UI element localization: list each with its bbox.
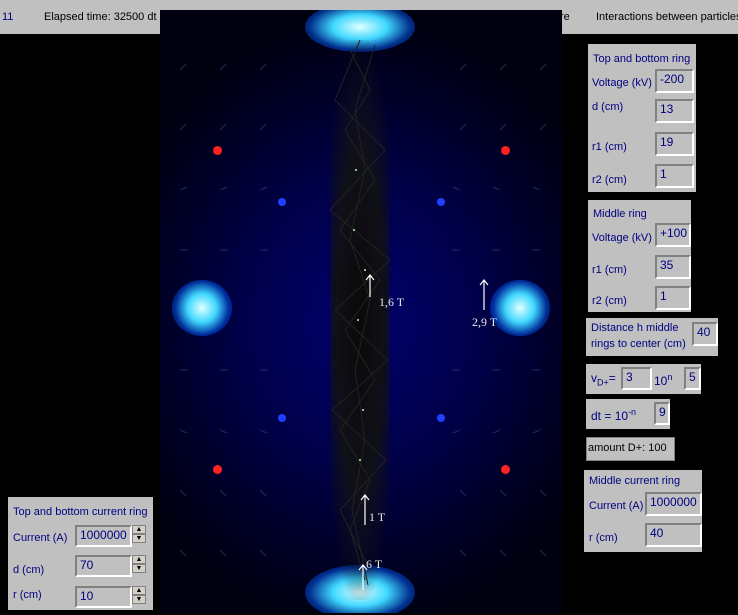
current-field[interactable]: 1000000 (645, 492, 702, 516)
blue-marker (437, 198, 445, 206)
field-label-center: 1,6 T (379, 295, 405, 309)
velocity-panel: vD+= 3 10n 5 (586, 364, 701, 394)
panel-title: Top and bottom current ring (13, 506, 148, 518)
dt-exponent-field[interactable]: 9 (654, 402, 670, 425)
spin-up-icon[interactable]: ▲ (132, 586, 146, 595)
current-label: Current (A) (13, 532, 68, 544)
r-spinner[interactable]: ▲ ▼ (132, 586, 146, 604)
particle-traces (329, 39, 489, 590)
d-field[interactable]: 13 (655, 99, 694, 123)
d-spinner[interactable]: ▲ ▼ (132, 555, 146, 573)
red-marker (213, 465, 222, 474)
simulation-canvas[interactable]: 1,6 T 2,9 T 1 T 6 T (160, 10, 562, 613)
red-marker (501, 146, 510, 155)
panel-title: Top and bottom ring (593, 53, 691, 65)
d-label: d (cm) (592, 101, 624, 113)
spin-down-icon[interactable]: ▼ (132, 534, 146, 543)
distance-label-line1: Distance h middle (591, 322, 679, 334)
r-label: r (cm) (13, 589, 42, 601)
r1-field[interactable]: 35 (655, 255, 691, 279)
panel-title: Middle ring (593, 208, 647, 220)
r2-field[interactable]: 1 (655, 164, 694, 188)
field-label-lower: 1 T (369, 510, 386, 524)
r2-label: r2 (cm) (592, 174, 627, 186)
velocity-mantissa-field[interactable]: 3 (621, 367, 652, 390)
voltage-field[interactable]: +100 (655, 223, 691, 247)
voltage-label: Voltage (kV) (592, 77, 652, 89)
spin-down-icon[interactable]: ▼ (132, 595, 146, 604)
interactions-label[interactable]: Interactions between particles (596, 11, 738, 23)
r-label: r (cm) (589, 532, 618, 544)
spin-up-icon[interactable]: ▲ (132, 525, 146, 534)
r1-field[interactable]: 19 (655, 132, 694, 156)
blue-marker (278, 198, 286, 206)
r2-field[interactable]: 1 (655, 286, 691, 310)
current-label: Current (A) (589, 500, 644, 512)
blue-marker (437, 414, 445, 422)
panel-title: Middle current ring (589, 475, 681, 487)
dt-panel: dt = 10-n 9 (586, 399, 670, 429)
velocity-label: vD+= (591, 371, 616, 388)
distance-label-line2: rings to center (cm) (591, 338, 686, 350)
r1-label: r1 (cm) (592, 141, 627, 153)
top-bottom-current-ring-panel: Top and bottom current ring Current (A) … (8, 497, 153, 610)
field-label-ring: 2,9 T (472, 315, 498, 329)
blue-marker (278, 414, 286, 422)
step-counter: 11 (2, 11, 14, 23)
amount-label: amount D+: 100 (588, 442, 667, 454)
velocity-ten-label: 10n (654, 372, 673, 388)
d-label: d (cm) (13, 564, 45, 576)
spin-down-icon[interactable]: ▼ (132, 564, 146, 573)
current-spinner[interactable]: ▲ ▼ (132, 525, 146, 543)
distance-panel: Distance h middle rings to center (cm) 4… (586, 318, 718, 356)
distance-field[interactable]: 40 (692, 322, 718, 346)
amount-panel: amount D+: 100 (586, 437, 675, 461)
field-label-bottom: 6 T (366, 557, 383, 571)
d-field[interactable]: 70 (75, 555, 132, 577)
middle-ring-panel: Middle ring Voltage (kV) +100 r1 (cm) 35… (588, 200, 691, 312)
red-marker (213, 146, 222, 155)
velocity-exponent-field[interactable]: 5 (684, 367, 701, 390)
r1-label: r1 (cm) (592, 264, 627, 276)
r2-label: r2 (cm) (592, 295, 627, 307)
middle-current-ring-panel: Middle current ring Current (A) 1000000 … (584, 470, 702, 552)
r-field[interactable]: 10 (75, 586, 132, 608)
top-bottom-ring-panel: Top and bottom ring Voltage (kV) -200 d … (588, 44, 696, 192)
red-marker (501, 465, 510, 474)
voltage-field[interactable]: -200 (655, 69, 694, 93)
dt-label: dt = 10-n (591, 407, 637, 423)
spin-up-icon[interactable]: ▲ (132, 555, 146, 564)
current-field[interactable]: 1000000 (75, 525, 132, 547)
voltage-label: Voltage (kV) (592, 232, 652, 244)
r-field[interactable]: 40 (645, 523, 702, 547)
